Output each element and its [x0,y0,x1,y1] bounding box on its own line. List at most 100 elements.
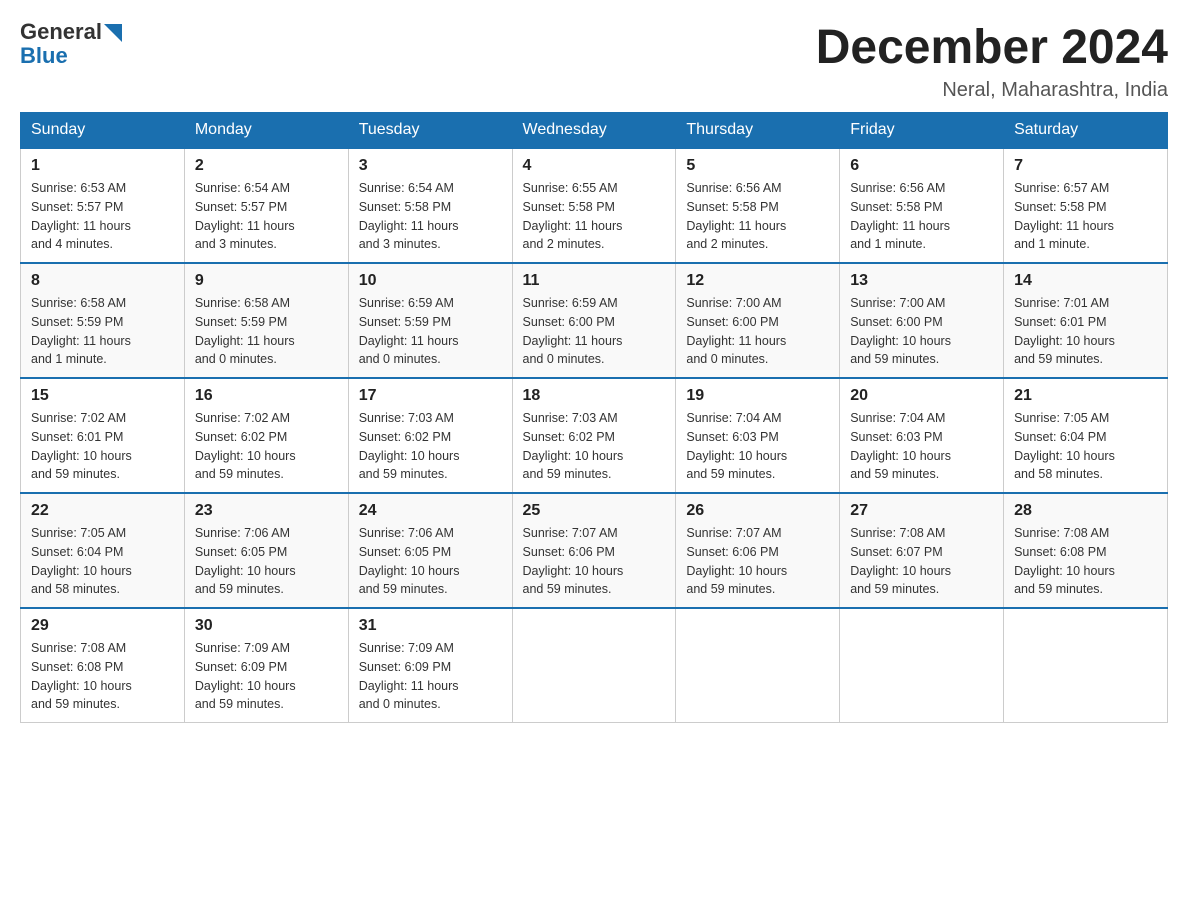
day-number: 14 [1014,272,1157,290]
day-number: 4 [523,157,666,175]
day-number: 25 [523,502,666,520]
day-number: 13 [850,272,993,290]
calendar-cell: 8 Sunrise: 6:58 AMSunset: 5:59 PMDaylight… [21,263,185,378]
day-info: Sunrise: 7:02 AMSunset: 6:02 PMDaylight:… [195,409,338,484]
day-info: Sunrise: 7:06 AMSunset: 6:05 PMDaylight:… [359,524,502,599]
logo-text-blue: Blue [20,44,122,68]
calendar-cell: 22 Sunrise: 7:05 AMSunset: 6:04 PMDayligh… [21,493,185,608]
weekday-header-sunday: Sunday [21,113,185,149]
calendar-cell: 28 Sunrise: 7:08 AMSunset: 6:08 PMDayligh… [1004,493,1168,608]
day-info: Sunrise: 6:54 AMSunset: 5:58 PMDaylight:… [359,179,502,254]
day-info: Sunrise: 7:00 AMSunset: 6:00 PMDaylight:… [686,294,829,369]
day-info: Sunrise: 7:09 AMSunset: 6:09 PMDaylight:… [195,639,338,714]
calendar-cell [840,608,1004,723]
calendar-cell [1004,608,1168,723]
calendar-week-1: 1Sunrise: 6:53 AMSunset: 5:57 PMDaylight… [21,148,1168,263]
calendar-cell: 19 Sunrise: 7:04 AMSunset: 6:03 PMDayligh… [676,378,840,493]
day-number: 16 [195,387,338,405]
day-info: Sunrise: 6:56 AMSunset: 5:58 PMDaylight:… [686,179,829,254]
day-number: 27 [850,502,993,520]
day-info: Sunrise: 7:08 AMSunset: 6:08 PMDaylight:… [1014,524,1157,599]
day-number: 26 [686,502,829,520]
calendar-cell: 2Sunrise: 6:54 AMSunset: 5:57 PMDaylight… [184,148,348,263]
calendar-cell: 15 Sunrise: 7:02 AMSunset: 6:01 PMDayligh… [21,378,185,493]
day-info: Sunrise: 7:05 AMSunset: 6:04 PMDaylight:… [1014,409,1157,484]
day-info: Sunrise: 7:04 AMSunset: 6:03 PMDaylight:… [850,409,993,484]
day-info: Sunrise: 6:59 AMSunset: 5:59 PMDaylight:… [359,294,502,369]
calendar-cell: 17 Sunrise: 7:03 AMSunset: 6:02 PMDayligh… [348,378,512,493]
calendar-table: SundayMondayTuesdayWednesdayThursdayFrid… [20,112,1168,723]
calendar-cell: 4 Sunrise: 6:55 AMSunset: 5:58 PMDaylight… [512,148,676,263]
day-info: Sunrise: 7:09 AMSunset: 6:09 PMDaylight:… [359,639,502,714]
calendar-cell: 30 Sunrise: 7:09 AMSunset: 6:09 PMDayligh… [184,608,348,723]
day-number: 6 [850,157,993,175]
day-info: Sunrise: 7:05 AMSunset: 6:04 PMDaylight:… [31,524,174,599]
day-number: 12 [686,272,829,290]
calendar-week-3: 15 Sunrise: 7:02 AMSunset: 6:01 PMDayligh… [21,378,1168,493]
weekday-header-monday: Monday [184,113,348,149]
day-number: 11 [523,272,666,290]
calendar-cell: 20 Sunrise: 7:04 AMSunset: 6:03 PMDayligh… [840,378,1004,493]
day-number: 31 [359,617,502,635]
day-info: Sunrise: 7:04 AMSunset: 6:03 PMDaylight:… [686,409,829,484]
calendar-cell: 21Sunrise: 7:05 AMSunset: 6:04 PMDayligh… [1004,378,1168,493]
calendar-cell: 31 Sunrise: 7:09 AMSunset: 6:09 PMDayligh… [348,608,512,723]
day-number: 18 [523,387,666,405]
calendar-cell: 9 Sunrise: 6:58 AMSunset: 5:59 PMDaylight… [184,263,348,378]
calendar-week-5: 29Sunrise: 7:08 AMSunset: 6:08 PMDayligh… [21,608,1168,723]
calendar-cell: 14 Sunrise: 7:01 AMSunset: 6:01 PMDayligh… [1004,263,1168,378]
day-info: Sunrise: 7:01 AMSunset: 6:01 PMDaylight:… [1014,294,1157,369]
day-info: Sunrise: 6:55 AMSunset: 5:58 PMDaylight:… [523,179,666,254]
weekday-header-thursday: Thursday [676,113,840,149]
calendar-cell: 10Sunrise: 6:59 AMSunset: 5:59 PMDayligh… [348,263,512,378]
calendar-cell: 6Sunrise: 6:56 AMSunset: 5:58 PMDaylight… [840,148,1004,263]
calendar-cell: 12 Sunrise: 7:00 AMSunset: 6:00 PMDayligh… [676,263,840,378]
calendar-cell: 27Sunrise: 7:08 AMSunset: 6:07 PMDayligh… [840,493,1004,608]
weekday-header-saturday: Saturday [1004,113,1168,149]
calendar-cell [512,608,676,723]
calendar-week-4: 22 Sunrise: 7:05 AMSunset: 6:04 PMDayligh… [21,493,1168,608]
calendar-cell: 24 Sunrise: 7:06 AMSunset: 6:05 PMDayligh… [348,493,512,608]
day-number: 9 [195,272,338,290]
calendar-week-2: 8 Sunrise: 6:58 AMSunset: 5:59 PMDaylight… [21,263,1168,378]
calendar-cell [676,608,840,723]
day-info: Sunrise: 6:58 AMSunset: 5:59 PMDaylight:… [195,294,338,369]
month-title: December 2024 [816,20,1168,75]
day-info: Sunrise: 7:00 AMSunset: 6:00 PMDaylight:… [850,294,993,369]
day-info: Sunrise: 7:02 AMSunset: 6:01 PMDaylight:… [31,409,174,484]
day-info: Sunrise: 7:06 AMSunset: 6:05 PMDaylight:… [195,524,338,599]
day-number: 20 [850,387,993,405]
weekday-header-tuesday: Tuesday [348,113,512,149]
day-number: 30 [195,617,338,635]
logo: General Blue [20,20,122,68]
day-info: Sunrise: 7:03 AMSunset: 6:02 PMDaylight:… [359,409,502,484]
day-number: 22 [31,502,174,520]
calendar-cell: 11 Sunrise: 6:59 AMSunset: 6:00 PMDayligh… [512,263,676,378]
weekday-header-friday: Friday [840,113,1004,149]
calendar-cell: 1Sunrise: 6:53 AMSunset: 5:57 PMDaylight… [21,148,185,263]
calendar-header-row: SundayMondayTuesdayWednesdayThursdayFrid… [21,113,1168,149]
calendar-cell: 29Sunrise: 7:08 AMSunset: 6:08 PMDayligh… [21,608,185,723]
day-number: 5 [686,157,829,175]
day-number: 24 [359,502,502,520]
day-number: 23 [195,502,338,520]
logo-triangle-icon [104,24,122,42]
day-number: 19 [686,387,829,405]
day-number: 7 [1014,157,1157,175]
day-info: Sunrise: 6:59 AMSunset: 6:00 PMDaylight:… [523,294,666,369]
calendar-cell: 25Sunrise: 7:07 AMSunset: 6:06 PMDayligh… [512,493,676,608]
day-number: 3 [359,157,502,175]
day-info: Sunrise: 7:03 AMSunset: 6:02 PMDaylight:… [523,409,666,484]
day-number: 28 [1014,502,1157,520]
calendar-cell: 7Sunrise: 6:57 AMSunset: 5:58 PMDaylight… [1004,148,1168,263]
calendar-cell: 23 Sunrise: 7:06 AMSunset: 6:05 PMDayligh… [184,493,348,608]
calendar-cell: 13 Sunrise: 7:00 AMSunset: 6:00 PMDayligh… [840,263,1004,378]
day-info: Sunrise: 7:07 AMSunset: 6:06 PMDaylight:… [686,524,829,599]
day-number: 15 [31,387,174,405]
day-info: Sunrise: 6:58 AMSunset: 5:59 PMDaylight:… [31,294,174,369]
day-number: 1 [31,157,174,175]
day-number: 17 [359,387,502,405]
page-header: General Blue December 2024 Neral, Mahara… [20,20,1168,102]
day-number: 8 [31,272,174,290]
calendar-cell: 26 Sunrise: 7:07 AMSunset: 6:06 PMDayligh… [676,493,840,608]
